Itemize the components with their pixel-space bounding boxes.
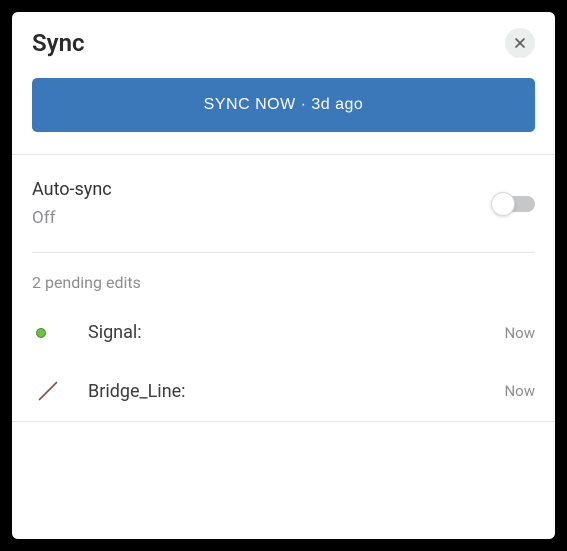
toggle-thumb — [491, 192, 515, 216]
edit-item-time: Now — [504, 382, 535, 400]
edit-item-name: Signal: — [88, 322, 504, 343]
pending-edits-label: 2 pending edits — [12, 253, 555, 304]
sync-panel: Sync SYNC NOW · 3d ago Auto-sync Off 2 p… — [12, 12, 555, 539]
auto-sync-row: Auto-sync Off — [12, 155, 555, 252]
point-icon — [36, 328, 46, 338]
edit-item-name: Bridge_Line: — [88, 381, 504, 402]
auto-sync-status: Off — [32, 208, 112, 228]
list-item[interactable]: Signal: Now — [12, 304, 555, 361]
auto-sync-toggle[interactable] — [495, 196, 535, 212]
edit-item-time: Now — [504, 324, 535, 342]
edit-icon-cell — [32, 379, 88, 403]
edit-icon-cell — [32, 328, 88, 338]
sync-button-container: SYNC NOW · 3d ago — [12, 66, 555, 154]
sync-now-button[interactable]: SYNC NOW · 3d ago — [32, 78, 535, 132]
list-item[interactable]: Bridge_Line: Now — [12, 361, 555, 421]
divider — [12, 421, 555, 422]
line-icon — [36, 379, 60, 403]
auto-sync-labels: Auto-sync Off — [32, 179, 112, 228]
close-button[interactable] — [505, 28, 535, 58]
panel-header: Sync — [12, 12, 555, 66]
close-icon — [512, 35, 528, 51]
auto-sync-title: Auto-sync — [32, 179, 112, 200]
page-title: Sync — [32, 29, 85, 57]
